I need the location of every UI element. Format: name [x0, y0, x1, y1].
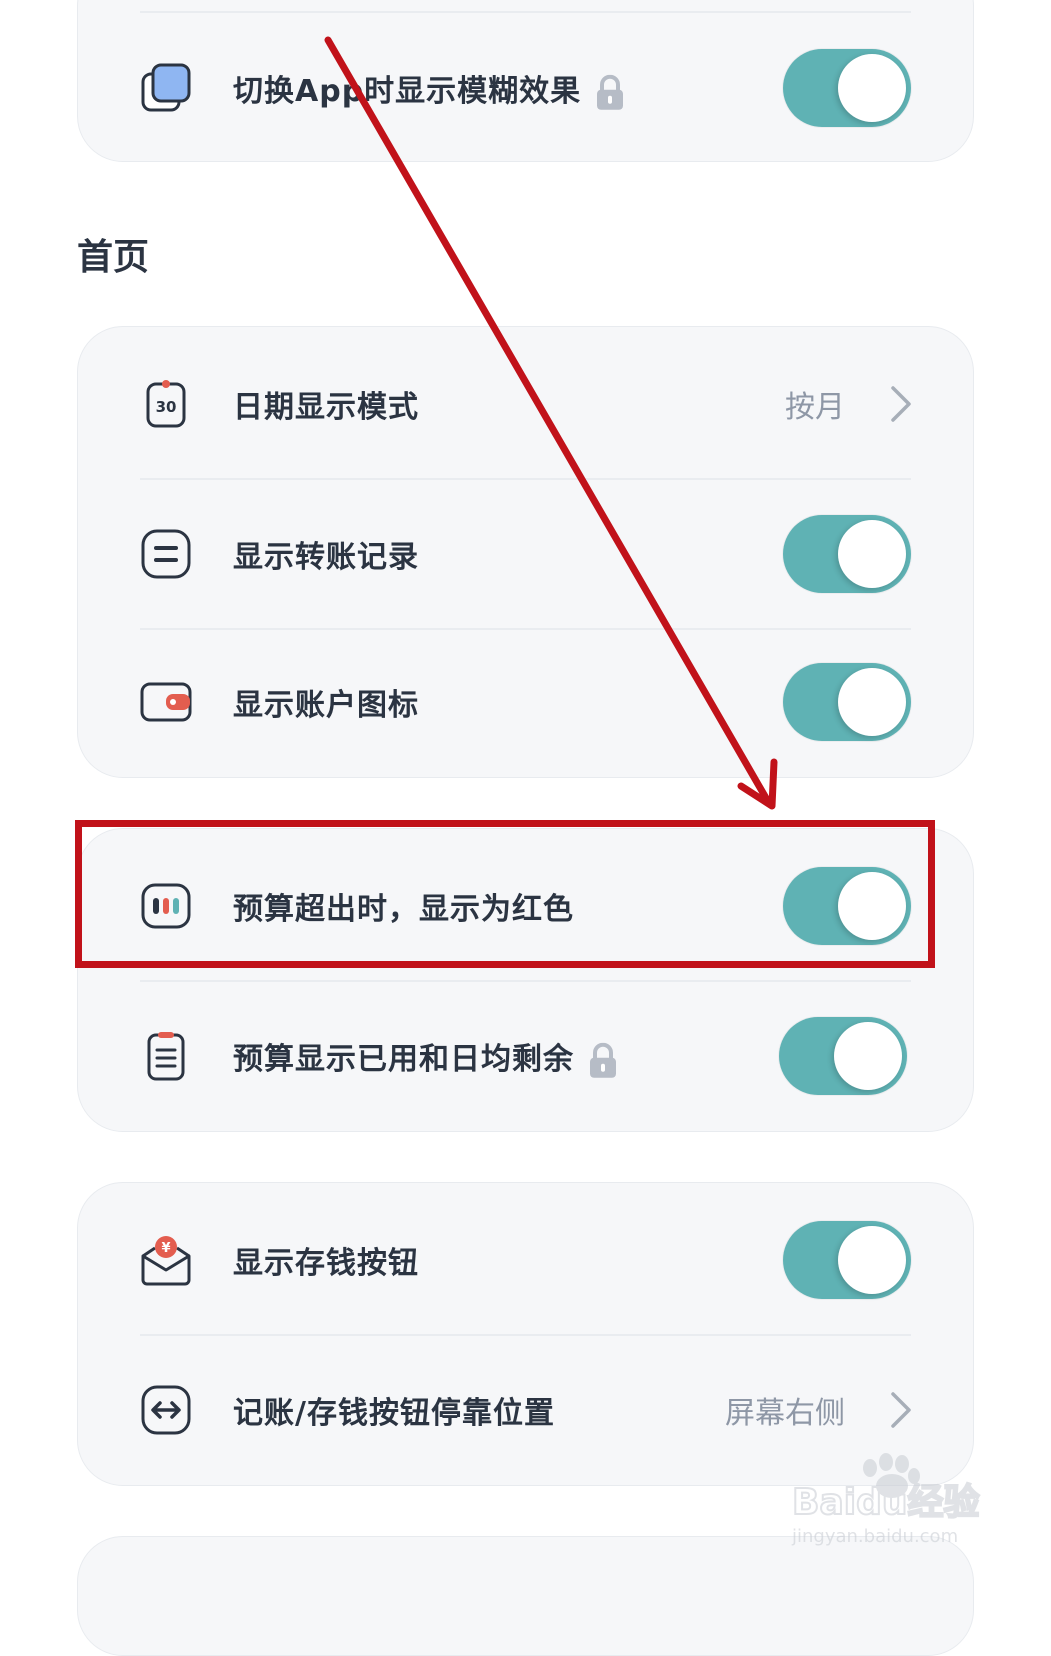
- watermark-url: jingyan.baidu.com: [791, 1526, 958, 1547]
- watermark-brand: Baidu经验: [792, 1482, 979, 1523]
- annotation-arrow: [324, 36, 778, 810]
- baidu-watermark: Baidu经验 jingyan.baidu.com: [790, 1450, 990, 1560]
